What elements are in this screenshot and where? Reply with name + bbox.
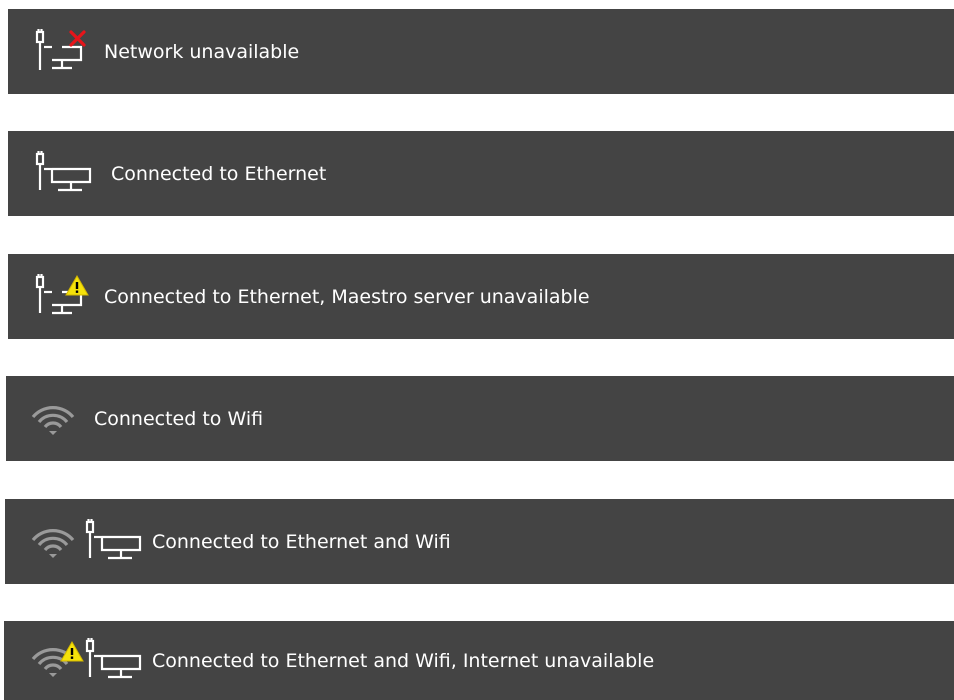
wifi-icon — [30, 395, 76, 443]
status-label: Connected to Ethernet and Wifi, Internet… — [152, 649, 655, 672]
wifi-icon — [30, 637, 84, 685]
ethernet-icon — [84, 518, 148, 566]
status-icons — [34, 150, 98, 198]
status-icons — [34, 273, 98, 321]
ethernet-icon — [34, 28, 98, 76]
ethernet-icon — [34, 273, 98, 321]
status-bar-ethernet-wifi-internet-unavailable: Connected to Ethernet and Wifi, Internet… — [4, 621, 954, 700]
wifi-icon — [30, 518, 76, 566]
status-label: Connected to Wifi — [94, 407, 264, 430]
status-bar-ethernet-and-wifi: Connected to Ethernet and Wifi — [5, 499, 954, 584]
status-icons — [30, 395, 76, 443]
warning-icon — [65, 274, 89, 295]
status-label: Network unavailable — [104, 40, 300, 63]
status-label: Connected to Ethernet and Wifi — [152, 530, 451, 553]
status-label: Connected to Ethernet, Maestro server un… — [104, 285, 590, 308]
status-bar-wifi: Connected to Wifi — [6, 376, 954, 461]
status-label: Connected to Ethernet — [111, 162, 327, 185]
warning-icon — [60, 640, 84, 661]
status-icons — [30, 518, 148, 566]
status-icons — [30, 637, 148, 685]
status-bar-ethernet: Connected to Ethernet — [8, 131, 954, 216]
status-bar-ethernet-server-unavailable: Connected to Ethernet, Maestro server un… — [8, 254, 954, 339]
ethernet-icon — [84, 637, 148, 685]
ethernet-icon — [34, 150, 98, 198]
error-x-icon — [69, 29, 86, 47]
status-icons — [34, 28, 98, 76]
status-bar-network-unavailable: Network unavailable — [8, 9, 954, 94]
